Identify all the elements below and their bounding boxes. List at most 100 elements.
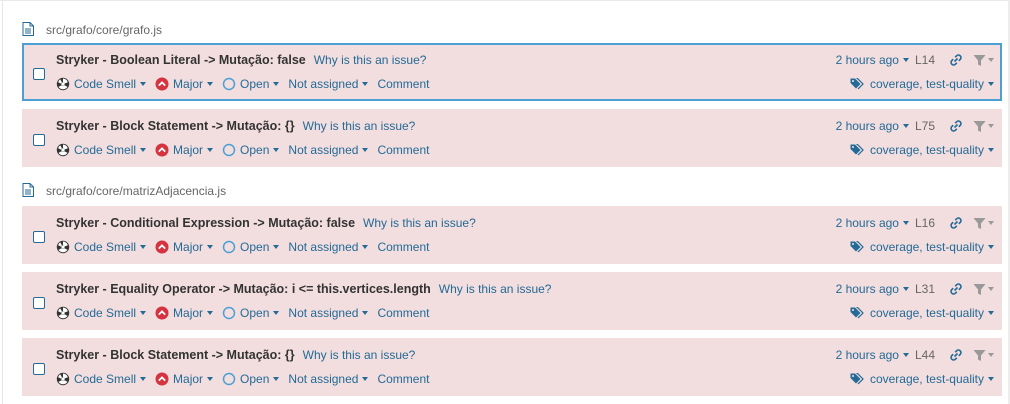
- link-icon[interactable]: [949, 53, 963, 67]
- severity-selector[interactable]: Major: [155, 143, 214, 157]
- issue-checkbox[interactable]: [33, 297, 45, 309]
- why-link[interactable]: Why is this an issue?: [303, 348, 416, 362]
- chevron-down-icon: [988, 287, 994, 291]
- why-link[interactable]: Why is this an issue?: [439, 282, 552, 296]
- line-number: L75: [914, 119, 935, 133]
- tags-selector[interactable]: coverage, test-quality: [850, 143, 994, 157]
- tags-label: coverage, test-quality: [869, 306, 984, 320]
- severity-label: Major: [173, 240, 204, 254]
- comment-link[interactable]: Comment: [377, 372, 429, 386]
- comment-link[interactable]: Comment: [377, 306, 429, 320]
- status-selector[interactable]: Open: [222, 77, 280, 91]
- date-selector[interactable]: 2 hours ago: [836, 282, 909, 296]
- link-icon[interactable]: [949, 282, 963, 296]
- issue-card[interactable]: Stryker - Block Statement -> Mutação: {}…: [22, 109, 1002, 167]
- chevron-down-icon: [207, 245, 214, 249]
- filter-icon: [973, 120, 986, 132]
- file-path[interactable]: src/grafo/core/grafo.js: [46, 23, 162, 37]
- issue-message[interactable]: Stryker - Block Statement -> Mutação: {}: [56, 119, 295, 133]
- status-selector[interactable]: Open: [222, 240, 280, 254]
- assignee-selector[interactable]: Not assigned: [288, 143, 369, 157]
- file-header: src/grafo/core/matrizAdjacencia.js: [22, 183, 226, 199]
- tags-icon: [850, 78, 864, 90]
- assignee-selector[interactable]: Not assigned: [288, 77, 369, 91]
- chevron-down-icon: [207, 148, 214, 152]
- frame-left-border: [2, 0, 3, 404]
- assignee-label: Not assigned: [288, 77, 359, 91]
- filter-icon: [973, 54, 986, 66]
- severity-selector[interactable]: Major: [155, 306, 214, 320]
- issue-message[interactable]: Stryker - Conditional Expression -> Muta…: [56, 216, 355, 230]
- assignee-selector[interactable]: Not assigned: [288, 240, 369, 254]
- file-icon: [22, 22, 38, 38]
- date-selector[interactable]: 2 hours ago: [836, 216, 909, 230]
- line-number: L14: [914, 53, 935, 67]
- major-severity-icon: [155, 240, 169, 254]
- issue-card[interactable]: Stryker - Conditional Expression -> Muta…: [22, 206, 1002, 264]
- filter-dropdown[interactable]: [973, 54, 994, 67]
- issue-checkbox[interactable]: [33, 363, 45, 375]
- why-link[interactable]: Why is this an issue?: [314, 53, 427, 67]
- tags-icon: [850, 144, 864, 156]
- filter-dropdown[interactable]: [973, 217, 994, 230]
- link-icon[interactable]: [949, 119, 963, 133]
- tags-selector[interactable]: coverage, test-quality: [850, 77, 994, 91]
- open-status-icon: [222, 240, 236, 254]
- why-link[interactable]: Why is this an issue?: [303, 119, 416, 133]
- link-icon[interactable]: [949, 216, 963, 230]
- date-selector[interactable]: 2 hours ago: [836, 119, 909, 133]
- issue-checkbox[interactable]: [33, 68, 45, 80]
- open-status-icon: [222, 306, 236, 320]
- severity-selector[interactable]: Major: [155, 372, 214, 386]
- type-label: Code Smell: [74, 240, 137, 254]
- comment-link[interactable]: Comment: [377, 77, 429, 91]
- link-icon[interactable]: [949, 348, 963, 362]
- severity-selector[interactable]: Major: [155, 77, 214, 91]
- severity-label: Major: [173, 372, 204, 386]
- issue-checkbox[interactable]: [33, 134, 45, 146]
- comment-link[interactable]: Comment: [377, 143, 429, 157]
- type-selector[interactable]: Code Smell: [56, 143, 147, 157]
- issue-card[interactable]: Stryker - Equality Operator -> Mutação: …: [22, 272, 1002, 330]
- chevron-down-icon: [988, 377, 994, 381]
- type-selector[interactable]: Code Smell: [56, 240, 147, 254]
- issue-card[interactable]: Stryker - Boolean Literal -> Mutação: fa…: [22, 43, 1002, 101]
- chevron-down-icon: [988, 82, 994, 86]
- chevron-down-icon: [988, 311, 994, 315]
- status-label: Open: [240, 240, 270, 254]
- why-link[interactable]: Why is this an issue?: [363, 216, 476, 230]
- status-label: Open: [240, 143, 270, 157]
- code-smell-icon: [56, 240, 70, 254]
- tags-icon: [850, 241, 864, 253]
- issue-message[interactable]: Stryker - Block Statement -> Mutação: {}: [56, 348, 295, 362]
- issue-card[interactable]: Stryker - Block Statement -> Mutação: {}…: [22, 338, 1002, 396]
- date-selector[interactable]: 2 hours ago: [836, 348, 909, 362]
- file-path[interactable]: src/grafo/core/matrizAdjacencia.js: [46, 184, 226, 198]
- status-selector[interactable]: Open: [222, 143, 280, 157]
- open-status-icon: [222, 143, 236, 157]
- tags-selector[interactable]: coverage, test-quality: [850, 372, 994, 386]
- frame-top-border: [0, 0, 1010, 1]
- filter-dropdown[interactable]: [973, 283, 994, 296]
- issue-message[interactable]: Stryker - Boolean Literal -> Mutação: fa…: [56, 53, 306, 67]
- date-label: 2 hours ago: [835, 216, 899, 230]
- open-status-icon: [222, 372, 236, 386]
- tags-selector[interactable]: coverage, test-quality: [850, 306, 994, 320]
- date-selector[interactable]: 2 hours ago: [836, 53, 909, 67]
- type-selector[interactable]: Code Smell: [56, 306, 147, 320]
- severity-selector[interactable]: Major: [155, 240, 214, 254]
- filter-dropdown[interactable]: [973, 349, 994, 362]
- type-selector[interactable]: Code Smell: [56, 372, 147, 386]
- tags-selector[interactable]: coverage, test-quality: [850, 240, 994, 254]
- status-selector[interactable]: Open: [222, 306, 280, 320]
- comment-link[interactable]: Comment: [377, 240, 429, 254]
- issue-message[interactable]: Stryker - Equality Operator -> Mutação: …: [56, 282, 431, 296]
- filter-dropdown[interactable]: [973, 120, 994, 133]
- assignee-selector[interactable]: Not assigned: [288, 306, 369, 320]
- type-selector[interactable]: Code Smell: [56, 77, 147, 91]
- file-icon: [22, 183, 38, 199]
- status-selector[interactable]: Open: [222, 372, 280, 386]
- assignee-selector[interactable]: Not assigned: [288, 372, 369, 386]
- code-smell-icon: [56, 143, 70, 157]
- issue-checkbox[interactable]: [33, 231, 45, 243]
